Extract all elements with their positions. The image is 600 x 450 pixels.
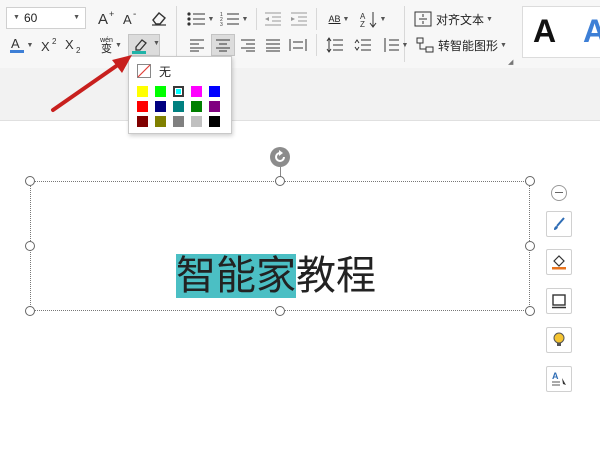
lightbulb-icon <box>553 332 565 346</box>
collapse-toolbar-icon[interactable] <box>551 185 567 201</box>
text-format-icon: A <box>552 371 566 386</box>
plain-text[interactable]: 教程 <box>296 254 376 298</box>
rotate-icon <box>275 150 285 162</box>
paint-bucket-icon <box>552 255 566 270</box>
resize-handle-left[interactable] <box>25 241 35 251</box>
resize-handle-bottom-left[interactable] <box>25 306 35 316</box>
resize-handle-right[interactable] <box>525 241 535 251</box>
highlighted-text[interactable]: 智能家 <box>176 254 296 298</box>
resize-handle-top[interactable] <box>275 176 285 186</box>
brush-icon <box>554 217 565 230</box>
svg-text:A: A <box>552 371 559 381</box>
shape-style-button[interactable] <box>546 211 572 237</box>
effects-button[interactable] <box>546 327 572 353</box>
resize-handle-top-right[interactable] <box>525 176 535 186</box>
rotate-handle[interactable] <box>270 147 290 167</box>
resize-handle-bottom-right[interactable] <box>525 306 535 316</box>
text-options-button[interactable]: A <box>546 366 572 392</box>
shape-fill-button[interactable] <box>546 249 572 275</box>
text-box-content[interactable]: 智能家教程 <box>176 252 376 300</box>
resize-handle-bottom[interactable] <box>275 306 285 316</box>
shape-outline-button[interactable] <box>546 288 572 314</box>
outline-icon <box>552 294 566 309</box>
resize-handle-top-left[interactable] <box>25 176 35 186</box>
